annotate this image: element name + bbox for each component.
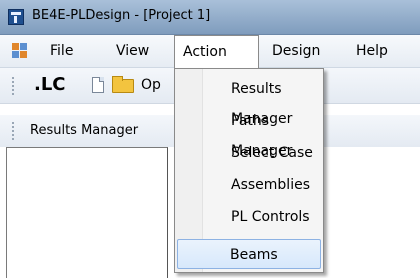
toolbar-grip-2[interactable] xyxy=(12,122,17,140)
open-button-label[interactable]: Op xyxy=(141,77,161,93)
action-menu-dropdown: Results Manager Paths Manager Select Cas… xyxy=(174,68,324,273)
results-panel xyxy=(6,147,168,278)
menu-item-paths-manager[interactable]: Paths Manager xyxy=(177,106,321,159)
menu-design[interactable]: Design xyxy=(264,35,328,68)
menu-item-results-manager[interactable]: Results Manager xyxy=(177,74,321,127)
open-folder-icon[interactable] xyxy=(112,76,134,93)
menu-item-label: Beams xyxy=(230,247,278,263)
menu-action[interactable]: Action xyxy=(174,35,259,69)
window-title: BE4E-PLDesign - [Project 1] xyxy=(32,8,211,23)
new-file-icon[interactable] xyxy=(92,77,104,93)
menu-item-label: Assemblies xyxy=(231,177,310,193)
menu-item-select-case[interactable]: Select Case xyxy=(177,138,321,168)
results-manager-button[interactable]: Results Manager xyxy=(30,123,138,138)
menu-item-assemblies[interactable]: Assemblies xyxy=(177,170,321,200)
menu-help[interactable]: Help xyxy=(348,35,396,68)
menu-file[interactable]: File xyxy=(42,35,81,68)
mdi-window-icon[interactable] xyxy=(12,43,28,59)
menu-item-beams[interactable]: Beams xyxy=(177,239,321,269)
title-bar: BE4E-PLDesign - [Project 1] xyxy=(0,0,420,35)
toolbar-grip[interactable] xyxy=(12,77,17,95)
menu-item-label: PL Controls xyxy=(231,209,310,225)
menu-bar: File View Action Design Help xyxy=(0,35,420,69)
menu-view[interactable]: View xyxy=(108,35,157,68)
menu-item-label: Select Case xyxy=(231,145,313,161)
menu-item-pl-controls[interactable]: PL Controls xyxy=(177,202,321,232)
lc-button[interactable]: .LC xyxy=(34,74,66,95)
app-icon xyxy=(8,9,24,25)
